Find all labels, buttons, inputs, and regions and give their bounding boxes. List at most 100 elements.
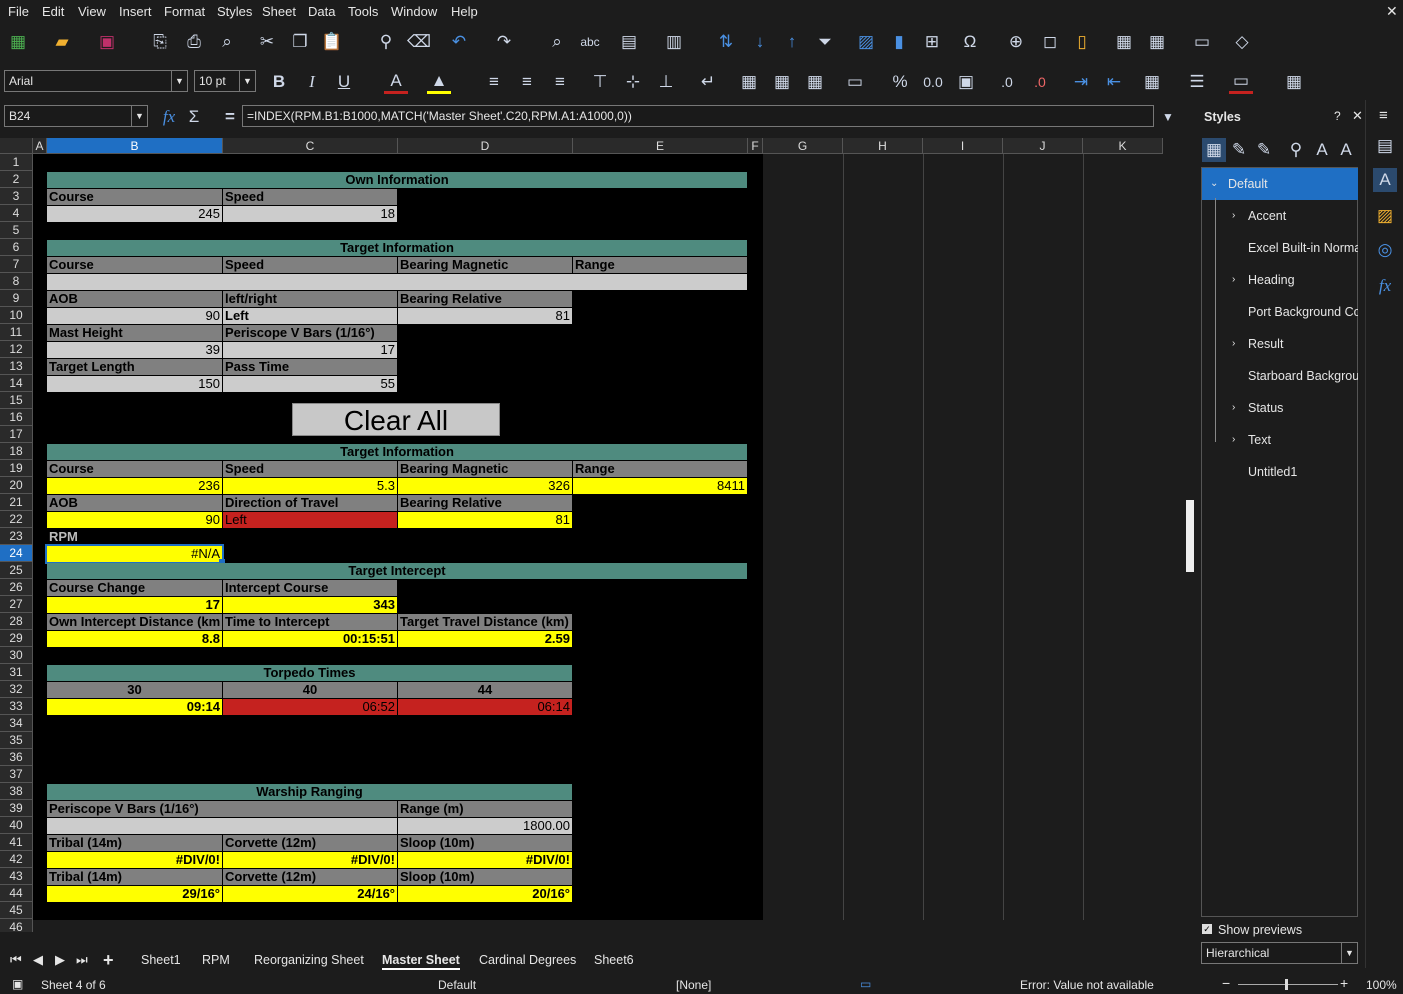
menu-tools[interactable]: Tools <box>348 4 378 19</box>
column-header-b[interactable]: B <box>47 138 223 154</box>
row-header-5[interactable]: 5 <box>0 222 33 239</box>
row-header-37[interactable]: 37 <box>0 766 33 783</box>
course-change-cell[interactable]: 17 <box>47 597 222 613</box>
update-style-icon[interactable]: A <box>1334 138 1358 162</box>
spelling-icon[interactable]: abc <box>578 30 602 54</box>
menu-data[interactable]: Data <box>308 4 335 19</box>
row-header-18[interactable]: 18 <box>0 443 33 460</box>
row-header-42[interactable]: 42 <box>0 851 33 868</box>
headers-footers-icon[interactable]: ▯ <box>1070 30 1094 54</box>
font-name-combo[interactable]: Arial ▼ <box>4 70 188 92</box>
row-header-34[interactable]: 34 <box>0 715 33 732</box>
formula-icon[interactable]: = <box>218 105 242 129</box>
paste-icon[interactable]: 📋 <box>320 30 344 54</box>
menu-edit[interactable]: Edit <box>42 4 64 19</box>
row-header-38[interactable]: 38 <box>0 783 33 800</box>
export-pdf-icon[interactable]: ⎘ <box>148 30 172 54</box>
style-filter-select[interactable]: Hierarchical ▼ <box>1201 942 1358 964</box>
tab-rpm[interactable]: RPM <box>202 953 230 967</box>
insert-chart-icon[interactable]: ▮ <box>887 30 911 54</box>
column-header-f[interactable]: F <box>748 138 763 154</box>
underline-icon[interactable]: U <box>332 70 356 94</box>
cell-styles-icon[interactable]: ✎ <box>1227 138 1251 162</box>
language[interactable]: [None] <box>676 978 711 992</box>
align-right-icon[interactable]: ≡ <box>548 70 572 94</box>
row-header-29[interactable]: 29 <box>0 630 33 647</box>
tribal-range-cell[interactable]: #DIV/0! <box>47 852 222 868</box>
row-header-35[interactable]: 35 <box>0 732 33 749</box>
corvette-bars-cell[interactable]: 24/16° <box>223 886 397 902</box>
row-header-16[interactable]: 16 <box>0 409 33 426</box>
last-sheet-icon[interactable]: ⏭ <box>76 952 88 968</box>
style-item-status[interactable]: › Status <box>1202 392 1358 424</box>
row-header-19[interactable]: 19 <box>0 460 33 477</box>
print-preview-icon[interactable]: ⌕ <box>215 30 239 54</box>
corvette-range-cell[interactable]: #DIV/0! <box>223 852 397 868</box>
new-icon[interactable]: ▦ <box>6 30 30 54</box>
bearing-relative-cell[interactable]: 81 <box>398 308 572 324</box>
row-header-20[interactable]: 20 <box>0 477 33 494</box>
menu-view[interactable]: View <box>78 4 106 19</box>
rpm-cell-selected[interactable]: #N/A <box>45 544 224 564</box>
row-header-44[interactable]: 44 <box>0 885 33 902</box>
wrap-text-icon[interactable]: ↵ <box>696 70 720 94</box>
row-header-27[interactable]: 27 <box>0 596 33 613</box>
styles-list[interactable]: ⌄ Default › Accent Excel Built-in Norma › H… <box>1201 167 1358 917</box>
row-header-25[interactable]: 25 <box>0 562 33 579</box>
warship-range-cell[interactable]: 1800.00 <box>398 818 572 834</box>
zoom-in-icon[interactable]: + <box>1340 975 1348 991</box>
styles-deck-icon[interactable]: A <box>1373 168 1397 192</box>
row-header-8[interactable]: 8 <box>0 273 33 290</box>
decrease-indent-icon[interactable]: ⇤ <box>1102 70 1126 94</box>
function-wizard-icon[interactable]: fx <box>157 105 181 129</box>
menu-sheet[interactable]: Sheet <box>262 4 296 19</box>
clear-all-button[interactable]: Clear All <box>292 403 500 436</box>
conditional-format-icon[interactable]: ▦ <box>1282 70 1306 94</box>
row-header-6[interactable]: 6 <box>0 239 33 256</box>
percent-icon[interactable]: % <box>888 70 912 94</box>
style-item-port-background[interactable]: Port Background Col <box>1202 296 1358 328</box>
row-header-23[interactable]: 23 <box>0 528 33 545</box>
redo-icon[interactable]: ↷ <box>492 30 516 54</box>
tab-sheet6[interactable]: Sheet6 <box>594 953 634 967</box>
menu-format[interactable]: Format <box>164 4 205 19</box>
target-travel-distance-cell[interactable]: 2.59 <box>398 631 572 647</box>
selection-mode-icon[interactable]: ▭ <box>860 977 871 991</box>
row-header-7[interactable]: 7 <box>0 256 33 273</box>
align-top-icon[interactable]: ⊤ <box>588 70 612 94</box>
zoom-out-icon[interactable]: − <box>1222 975 1230 991</box>
style-item-heading[interactable]: › Heading <box>1202 264 1358 296</box>
row-header-17[interactable]: 17 <box>0 426 33 443</box>
find-replace-icon[interactable]: ⌕ <box>545 30 569 54</box>
row-header-2[interactable]: 2 <box>0 171 33 188</box>
chevron-down-icon[interactable]: ▼ <box>239 71 255 91</box>
torpedo-44-time-cell[interactable]: 06:14 <box>398 699 572 715</box>
tribal-bars-cell[interactable]: 29/16° <box>47 886 222 902</box>
help-icon[interactable]: ? <box>1334 109 1341 123</box>
comment-icon[interactable]: ◻ <box>1038 30 1062 54</box>
cut-icon[interactable]: ✂ <box>255 30 279 54</box>
define-print-area-icon[interactable]: ▦ <box>1112 30 1136 54</box>
sidebar-collapse-handle[interactable] <box>1186 500 1194 572</box>
tab-reorganizing-sheet[interactable]: Reorganizing Sheet <box>254 953 364 967</box>
row-header-26[interactable]: 26 <box>0 579 33 596</box>
result-course-cell[interactable]: 236 <box>47 478 222 494</box>
page-styles-icon[interactable]: ✎ <box>1252 138 1276 162</box>
style-item-text[interactable]: › Text <box>1202 424 1358 456</box>
intercept-course-cell[interactable]: 343 <box>223 597 397 613</box>
align-center-icon[interactable]: ≡ <box>515 70 539 94</box>
row-header-22[interactable]: 22 <box>0 511 33 528</box>
autofilter-icon[interactable]: ⏷ <box>813 30 837 54</box>
save-icon[interactable]: ▣ <box>95 30 119 54</box>
undo-icon[interactable]: ↶ <box>447 30 471 54</box>
row-header-3[interactable]: 3 <box>0 188 33 205</box>
style-item-untitled1[interactable]: Untitled1 <box>1202 456 1358 488</box>
row-header-10[interactable]: 10 <box>0 307 33 324</box>
sort-descending-icon[interactable]: ↑ <box>780 30 804 54</box>
increase-indent-icon[interactable]: ⇥ <box>1069 70 1093 94</box>
functions-icon[interactable]: fx <box>1373 274 1397 298</box>
clear-formatting-icon[interactable]: ⌫ <box>407 30 431 54</box>
font-size-combo[interactable]: 10 pt ▼ <box>194 70 256 92</box>
align-left-icon[interactable]: ≡ <box>482 70 506 94</box>
column-header-c[interactable]: C <box>223 138 398 154</box>
